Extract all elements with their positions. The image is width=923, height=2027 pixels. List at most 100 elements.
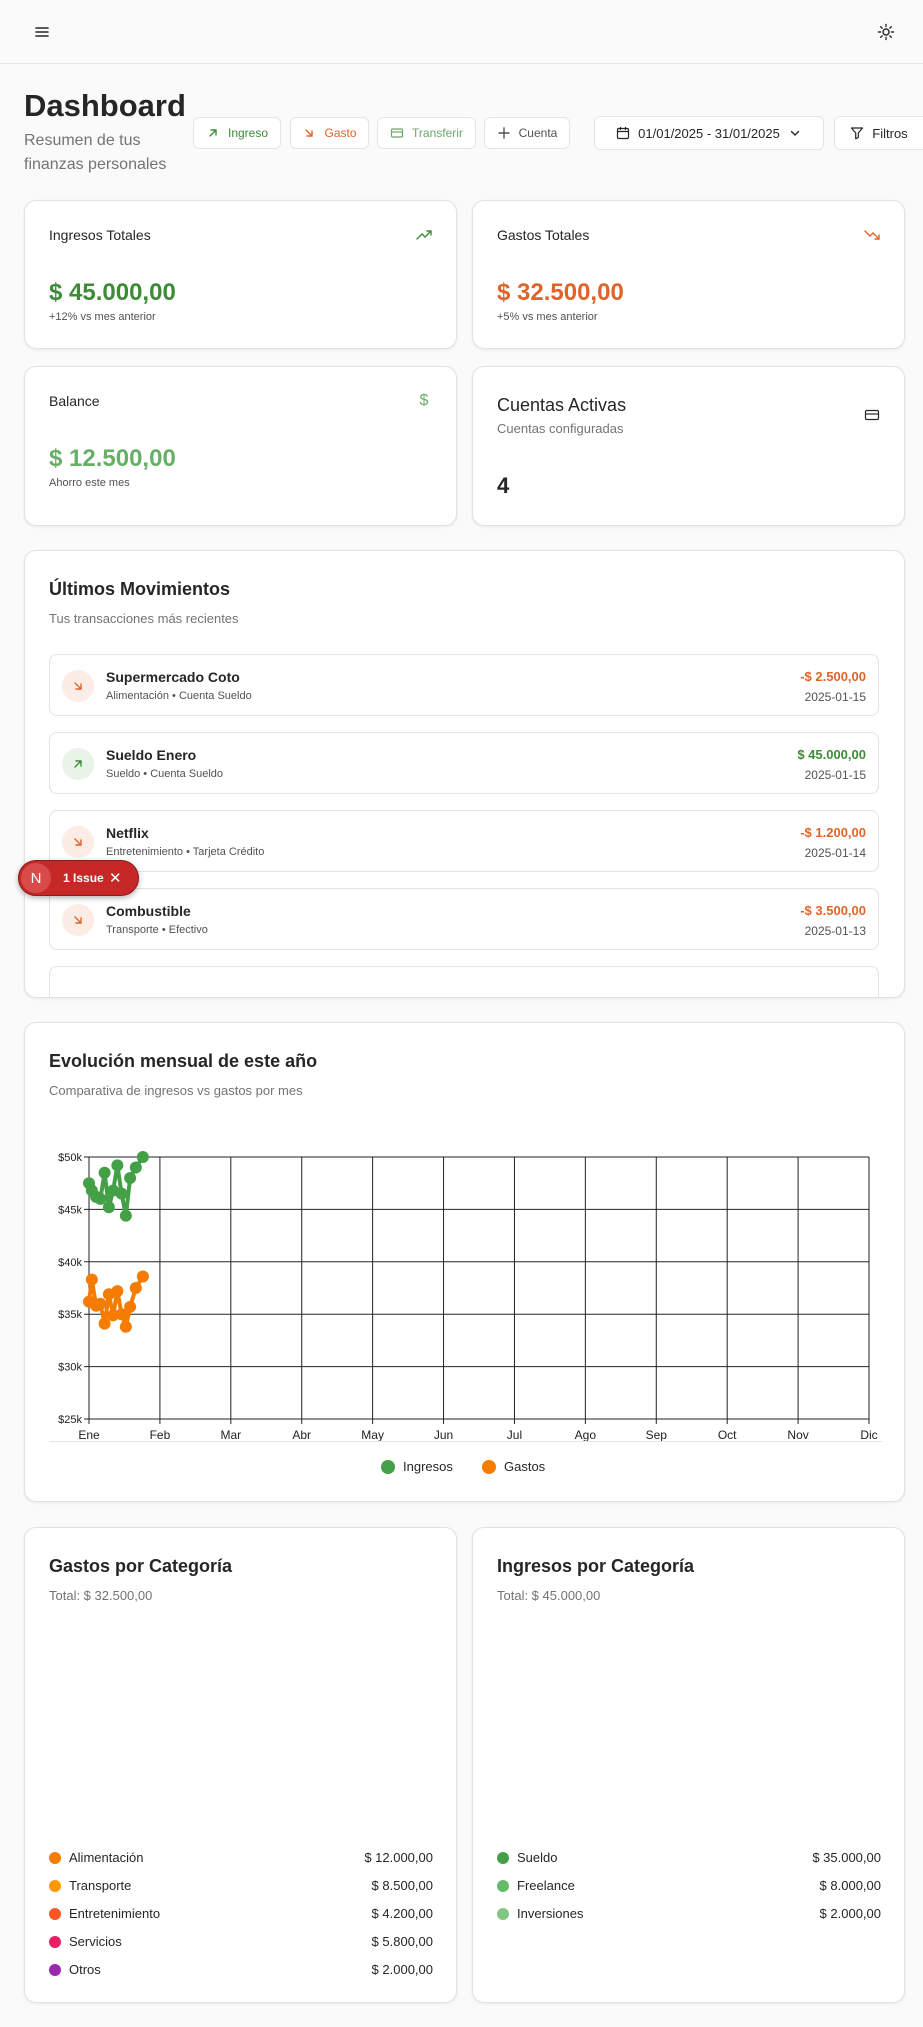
arrow-up-right-icon — [74, 760, 82, 768]
filtros-button[interactable]: Filtros — [834, 116, 923, 150]
x-tick-label: Jun — [434, 1428, 453, 1442]
category-row: Otros $ 2.000,00 — [49, 1961, 433, 1979]
balance-card: Balance $ $ 12.500,00 Ahorro este mes — [24, 366, 457, 526]
x-tick-label: Sep — [646, 1428, 668, 1442]
gasto-label: Gasto — [324, 126, 357, 140]
category-dot — [49, 1908, 61, 1920]
filtros-label: Filtros — [872, 125, 908, 141]
category-name: Otros — [69, 1962, 101, 1977]
transaction-type-icon — [62, 748, 94, 780]
ingresos-totales-card: Ingresos Totales $ 45.000,00 +12% vs mes… — [24, 200, 457, 349]
close-icon[interactable]: ✕ — [109, 869, 122, 887]
data-point-gastos — [124, 1300, 137, 1313]
ingresos-totales-value: $ 45.000,00 — [49, 279, 176, 306]
transaction-name: Combustible — [106, 903, 191, 919]
add-gasto-button[interactable]: Gasto — [290, 117, 369, 149]
x-tick-label: Oct — [718, 1428, 737, 1442]
category-row: Freelance $ 8.000,00 — [497, 1877, 881, 1895]
menu-icon — [35, 27, 49, 37]
x-tick-label: Abr — [292, 1428, 311, 1442]
y-tick-label: $45k — [58, 1204, 82, 1216]
balance-title: Balance — [49, 393, 100, 409]
data-point-ingresos — [111, 1159, 124, 1172]
category-dot — [497, 1908, 509, 1920]
gastos-categoria-title: Gastos por Categoría — [49, 1556, 233, 1576]
add-cuenta-button[interactable]: Cuenta — [484, 117, 570, 149]
ingresos-categoria-card: Ingresos por Categoría Total: $ 45.000,0… — [472, 1527, 905, 2003]
data-point-ingresos — [102, 1201, 115, 1214]
data-point-ingresos — [119, 1209, 132, 1222]
y-tick-label: $50k — [58, 1152, 82, 1164]
theme-toggle-button[interactable] — [868, 14, 904, 50]
gastos-totales-card: Gastos Totales $ 32.500,00 +5% vs mes an… — [472, 200, 905, 349]
transaction-name: Supermercado Coto — [106, 669, 240, 685]
movimientos-subtitle: Tus transacciones más recientes — [49, 611, 239, 626]
category-value: $ 5.800,00 — [371, 1934, 433, 1949]
menu-button[interactable] — [24, 14, 60, 50]
cuentas-activas-title: Cuentas Activas — [497, 395, 627, 415]
add-ingreso-button[interactable]: Ingreso — [193, 117, 281, 149]
issues-badge[interactable]: N 1 Issue ✕ — [18, 860, 139, 896]
y-tick-label: $40k — [58, 1257, 82, 1269]
gastos-totales-note: +5% vs mes anterior — [497, 311, 598, 323]
transaction-type-icon — [62, 826, 94, 858]
category-dot — [49, 1964, 61, 1976]
movimientos-title: Últimos Movimientos — [49, 579, 231, 599]
category-value: $ 12.000,00 — [364, 1850, 433, 1865]
chevron-down-icon — [790, 130, 800, 136]
data-point-gastos — [98, 1317, 111, 1330]
category-row: Inversiones $ 2.000,00 — [497, 1905, 881, 1923]
category-value: $ 2.000,00 — [371, 1962, 433, 1977]
trending-down-icon — [864, 230, 880, 240]
issues-count: 1 Issue — [63, 871, 104, 885]
evolucion-subtitle: Comparativa de ingresos vs gastos por me… — [49, 1083, 303, 1098]
data-point-gastos — [85, 1273, 98, 1286]
arrow-down-right-icon — [74, 916, 82, 924]
transaction-row-partial[interactable] — [49, 966, 879, 997]
transaction-amount: $ 45.000,00 — [797, 747, 866, 762]
date-range-picker[interactable]: 01/01/2025 - 31/01/2025 — [594, 116, 824, 150]
gastos-categoria-card: Gastos por Categoría Total: $ 32.500,00 … — [24, 1527, 457, 2003]
transaction-meta: Entretenimiento • Tarjeta Crédito — [106, 846, 265, 858]
gastos-categoria-total: Total: $ 32.500,00 — [49, 1588, 153, 1603]
transaction-type-icon — [62, 904, 94, 936]
category-value: $ 8.000,00 — [819, 1878, 881, 1893]
transaction-amount: -$ 2.500,00 — [800, 669, 866, 684]
y-tick-label: $25k — [58, 1414, 82, 1426]
sun-icon — [877, 23, 895, 41]
nextjs-logo-icon: N — [21, 863, 51, 893]
calendar-icon — [617, 127, 630, 140]
transaction-meta: Sueldo • Cuenta Sueldo — [106, 768, 223, 780]
balance-note: Ahorro este mes — [49, 477, 130, 489]
category-name: Servicios — [69, 1934, 122, 1949]
x-tick-label: Ago — [575, 1428, 597, 1442]
credit-card-icon — [864, 409, 880, 421]
cuenta-label: Cuenta — [518, 126, 558, 140]
data-point-gastos — [129, 1282, 142, 1294]
transaction-date: 2025-01-15 — [804, 768, 866, 782]
category-dot — [49, 1880, 61, 1892]
data-point-ingresos — [94, 1192, 107, 1205]
y-tick-label: $35k — [58, 1309, 82, 1321]
filter-icon — [851, 127, 864, 140]
x-tick-label: Feb — [150, 1428, 171, 1442]
arrow-down-right-icon — [74, 682, 82, 690]
gastos-totales-title: Gastos Totales — [497, 227, 590, 243]
category-value: $ 35.000,00 — [812, 1850, 881, 1865]
transferir-button[interactable]: Transferir — [377, 117, 476, 149]
transaction-row[interactable]: Netflix Entretenimiento • Tarjeta Crédit… — [49, 810, 879, 872]
transaction-name: Sueldo Enero — [106, 747, 197, 763]
cuentas-activas-subtitle: Cuentas configuradas — [497, 421, 624, 436]
x-tick-label: Mar — [220, 1428, 241, 1442]
transaction-row[interactable]: Sueldo Enero Sueldo • Cuenta Sueldo $ 45… — [49, 732, 879, 794]
category-row: Alimentación $ 12.000,00 — [49, 1849, 433, 1867]
transaction-row[interactable]: Combustible Transporte • Efectivo -$ 3.5… — [49, 888, 879, 950]
transaction-meta: Alimentación • Cuenta Sueldo — [106, 690, 252, 702]
transaction-row[interactable]: Supermercado Coto Alimentación • Cuenta … — [49, 654, 879, 716]
data-point-ingresos — [136, 1151, 149, 1163]
legend-gastos-dot — [482, 1459, 496, 1474]
transaction-amount: -$ 3.500,00 — [800, 903, 866, 918]
page-subtitle: Resumen de tus finanzas personales — [24, 132, 167, 173]
category-row: Transporte $ 8.500,00 — [49, 1877, 433, 1895]
data-point-ingresos — [129, 1161, 142, 1174]
